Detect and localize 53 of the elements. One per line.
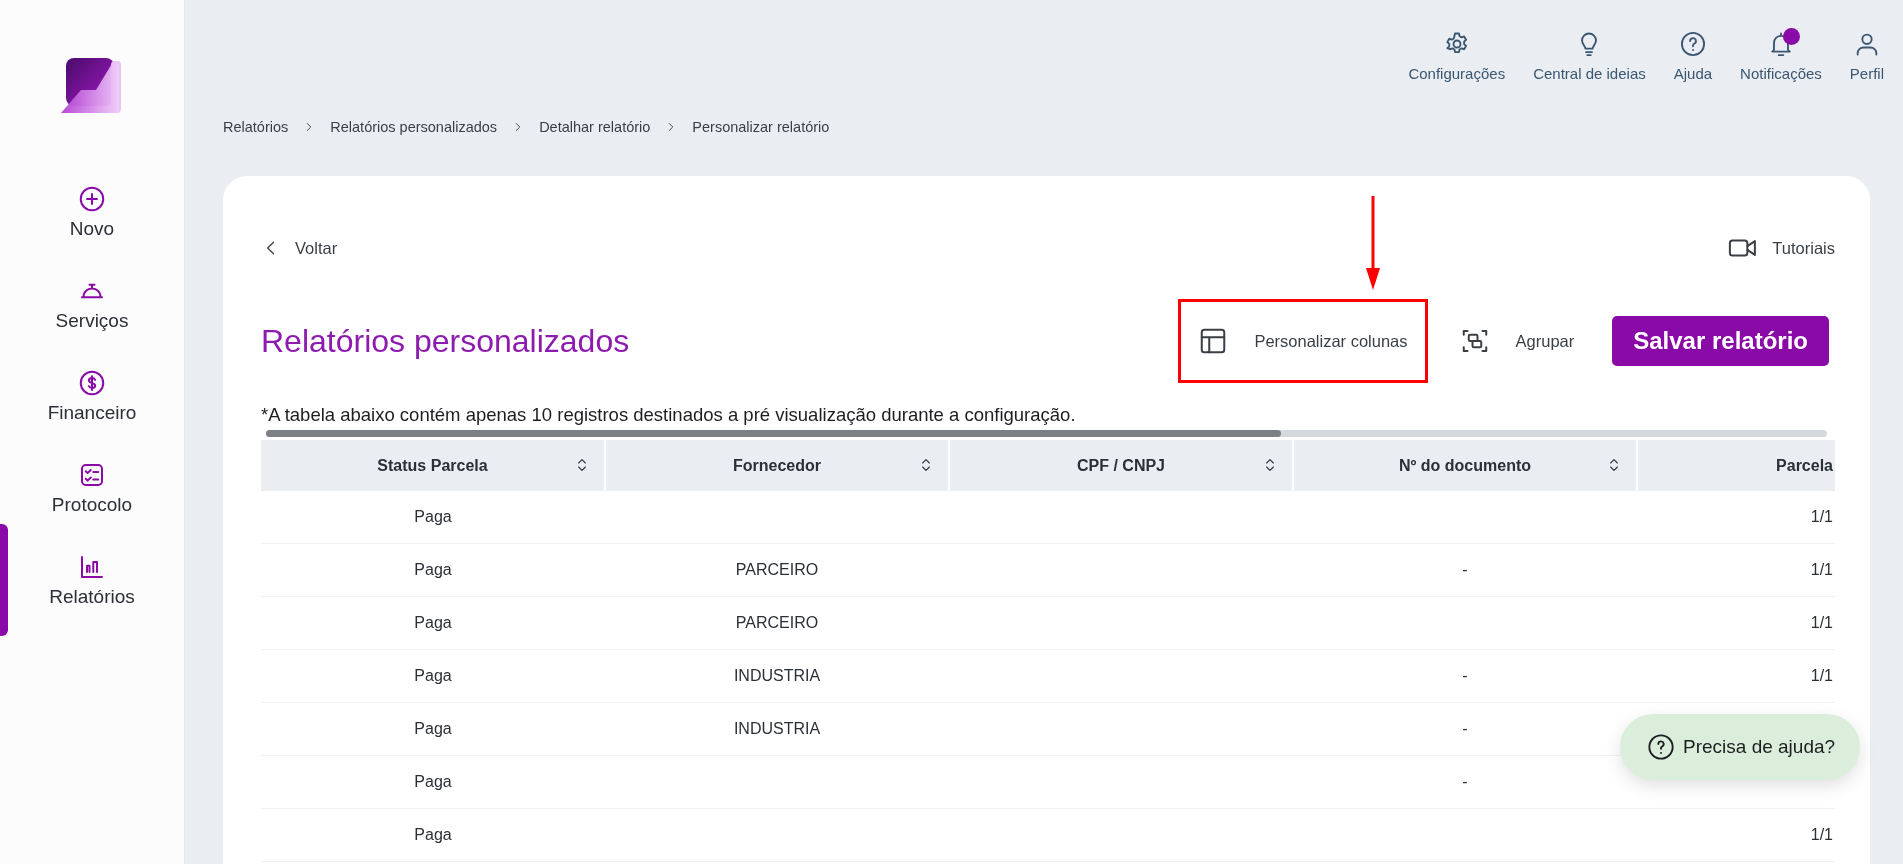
table-cell: Paga [261,702,605,756]
table-cell: 1/1 [1637,596,1835,650]
back-link[interactable]: Voltar [261,238,338,258]
column-header[interactable]: CPF / CNPJ [949,440,1293,491]
table-cell: INDUSTRIA [605,702,949,756]
toolbar-button[interactable]: Ajuda [1665,26,1721,86]
table-cell: Paga [261,596,605,650]
page-title: Relatórios personalizados [261,322,630,360]
table-cell: PARCEIRO [605,596,949,650]
customize-columns-button[interactable]: Personalizar colunas [1184,316,1422,366]
help-button[interactable]: Precisa de ajuda? [1620,714,1861,780]
table-cell: 1/1 [1637,808,1835,862]
toolbar-button[interactable]: Central de ideias [1525,26,1654,86]
table-cell: Paga [261,491,605,544]
breadcrumb-link[interactable]: Relatórios [223,119,289,135]
sidebar-item[interactable]: Protocolo [12,442,172,534]
column-header[interactable]: Status Parcela [261,440,605,491]
breadcrumb-link[interactable]: Detalhar relatório [539,119,651,135]
table-cell: - [1293,649,1637,703]
column-header[interactable]: Parcela [1637,440,1835,491]
app-logo [61,58,123,116]
toolbar-button[interactable]: Perfil [1841,26,1892,86]
save-report-button[interactable]: Salvar relatório [1612,316,1829,366]
breadcrumb-link[interactable]: Relatórios personalizados [330,119,498,135]
plus-circle-icon [77,184,107,214]
column-header[interactable]: Nº do documento [1293,440,1637,491]
tutorials-link[interactable]: Tutoriais [1728,233,1835,263]
table-cell: Paga [261,755,605,809]
table-cell: - [1293,543,1637,597]
dollar-circle-icon [77,368,107,398]
table-cell: 1/1 [1637,543,1835,597]
column-header[interactable]: Fornecedor [605,440,949,491]
sidebar-item[interactable]: Financeiro [12,350,172,442]
table-cell: Paga [261,808,605,862]
table-cell: 1/1 [1637,491,1835,544]
group-button[interactable]: Agrupar [1445,316,1589,366]
toolbar-button[interactable]: Notificações [1732,26,1830,86]
sidebar-item[interactable]: Relatórios [12,534,172,626]
table-cell: 1/1 [1637,649,1835,703]
horizontal-scrollbar[interactable] [266,430,1827,437]
scrollbar-thumb[interactable] [266,430,1281,437]
toolbar-button[interactable]: Configurações [1400,26,1514,86]
table-cell: Paga [261,543,605,597]
table-cell: Paga [261,649,605,703]
sidebar-item[interactable]: Serviços [12,258,172,350]
preview-note: *A tabela abaixo contém apenas 10 registros destinados a pré visualização durante a configuração. [261,404,1077,426]
table-cell: INDUSTRIA [605,649,949,703]
sidebar-item[interactable]: Novo [12,166,172,258]
notification-dot [1782,28,1800,45]
breadcrumb-link[interactable]: Personalizar relatório [692,119,830,135]
table-cell: PARCEIRO [605,543,949,597]
help-icon [1678,30,1707,58]
help-icon [1647,733,1675,761]
